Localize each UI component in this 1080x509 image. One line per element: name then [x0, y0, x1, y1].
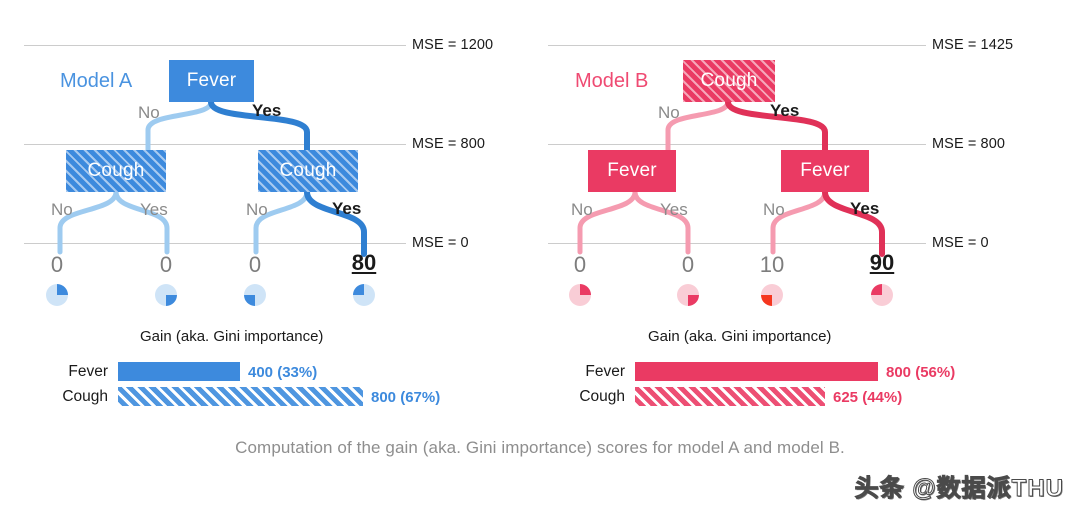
mse-line-a-800	[24, 144, 406, 145]
model-b-left-node[interactable]: Fever	[588, 150, 676, 192]
model-a-left-no-label: No	[51, 200, 73, 219]
mse-line-a-0	[24, 243, 406, 244]
model-a-pie-2	[155, 284, 177, 306]
model-a-gain-bar-cough	[118, 387, 363, 406]
model-b-pie-1	[569, 284, 591, 306]
model-b-right-node[interactable]: Fever	[781, 150, 869, 192]
model-b-gain-title: Gain (aka. Gini importance)	[648, 328, 832, 345]
model-b-left-yes-label: Yes	[660, 200, 688, 219]
mse-label-a-0: MSE = 0	[412, 235, 469, 251]
model-a-root-yes-label: Yes	[252, 101, 282, 120]
watermark: 头条 @数据派THU	[854, 475, 1064, 503]
model-b-pie-2	[677, 284, 699, 306]
model-a-leaf-value-2: 0	[159, 252, 173, 277]
model-a-right-node[interactable]: Cough	[258, 150, 358, 192]
model-a-left-node[interactable]: Cough	[66, 150, 166, 192]
model-a-gain-bar-fever	[118, 362, 240, 381]
model-a-gain-value-fever: 400 (33%)	[248, 364, 318, 381]
model-a-root-node[interactable]: Fever	[169, 60, 254, 102]
model-b-pie-4	[871, 284, 893, 306]
model-a-root-label: Fever	[186, 70, 237, 91]
model-b-root-yes-label: Yes	[770, 101, 800, 120]
model-a-gain-row-label-cough: Cough	[62, 388, 108, 405]
mse-line-b-0	[548, 243, 926, 244]
model-a-leaf-value-1: 0	[50, 252, 64, 277]
figure-caption: Computation of the gain (aka. Gini impor…	[235, 438, 845, 457]
model-b-leaf-value-3: 10	[759, 252, 785, 277]
model-b-title: Model B	[575, 70, 649, 92]
model-b-right-label: Fever	[800, 160, 850, 181]
model-a-right-no-label: No	[246, 200, 268, 219]
model-a-pie-4	[353, 284, 375, 306]
model-a-left-yes-label: Yes	[140, 200, 168, 219]
model-b-leaf-value-4: 90	[869, 250, 895, 275]
model-a-right-yes-label: Yes	[332, 199, 362, 218]
model-b-root-node[interactable]: Cough	[683, 60, 775, 102]
model-a-gain-value-cough: 800 (67%)	[371, 389, 441, 406]
mse-label-b-800: MSE = 800	[932, 136, 1006, 152]
mse-line-b-1425	[548, 45, 926, 46]
mse-label-b-1425: MSE = 1425	[932, 37, 1014, 53]
model-b-gain-bar-fever	[635, 362, 878, 381]
model-b-right-yes-label: Yes	[850, 199, 880, 218]
model-a-title: Model A	[60, 70, 133, 92]
mse-label-a-1200: MSE = 1200	[412, 37, 494, 53]
model-a-gain-row-label-fever: Fever	[68, 363, 108, 380]
model-a-gain-title: Gain (aka. Gini importance)	[140, 328, 324, 345]
mse-label-b-0: MSE = 0	[932, 235, 989, 251]
model-a-panel: MSE = 1200 MSE = 800 MSE = 0 Model A Fev…	[0, 0, 520, 430]
model-b-left-no-label: No	[571, 200, 593, 219]
mse-line-b-800	[548, 144, 926, 145]
model-b-leaf-value-2: 0	[681, 252, 695, 277]
model-b-root-label: Cough	[700, 70, 758, 91]
model-b-gain-row-label-fever: Fever	[585, 363, 625, 380]
model-b-leaf-value-1: 0	[573, 252, 587, 277]
model-b-right-no-label: No	[763, 200, 785, 219]
model-a-right-label: Cough	[279, 160, 337, 181]
model-a-leaf-value-3: 0	[248, 252, 262, 277]
model-b-gain-value-cough: 625 (44%)	[833, 389, 903, 406]
model-a-leaf-value-4: 80	[351, 250, 377, 275]
model-b-gain-bar-cough	[635, 387, 825, 406]
model-b-left-label: Fever	[607, 160, 657, 181]
mse-line-a-1200	[24, 45, 406, 46]
model-a-pie-1	[46, 284, 68, 306]
model-a-left-label: Cough	[87, 160, 145, 181]
model-a-root-no-label: No	[138, 103, 160, 122]
model-b-pie-3	[761, 284, 783, 306]
model-b-gain-value-fever: 800 (56%)	[886, 364, 956, 381]
model-b-gain-row-label-cough: Cough	[579, 388, 625, 405]
model-b-root-no-label: No	[658, 103, 680, 122]
mse-label-a-800: MSE = 800	[412, 136, 486, 152]
figure-root: MSE = 1200 MSE = 800 MSE = 0 Model A Fev…	[0, 0, 1080, 509]
model-b-panel: MSE = 1425 MSE = 800 MSE = 0 Model B Cou…	[520, 0, 1080, 430]
model-a-pie-3	[244, 284, 266, 306]
